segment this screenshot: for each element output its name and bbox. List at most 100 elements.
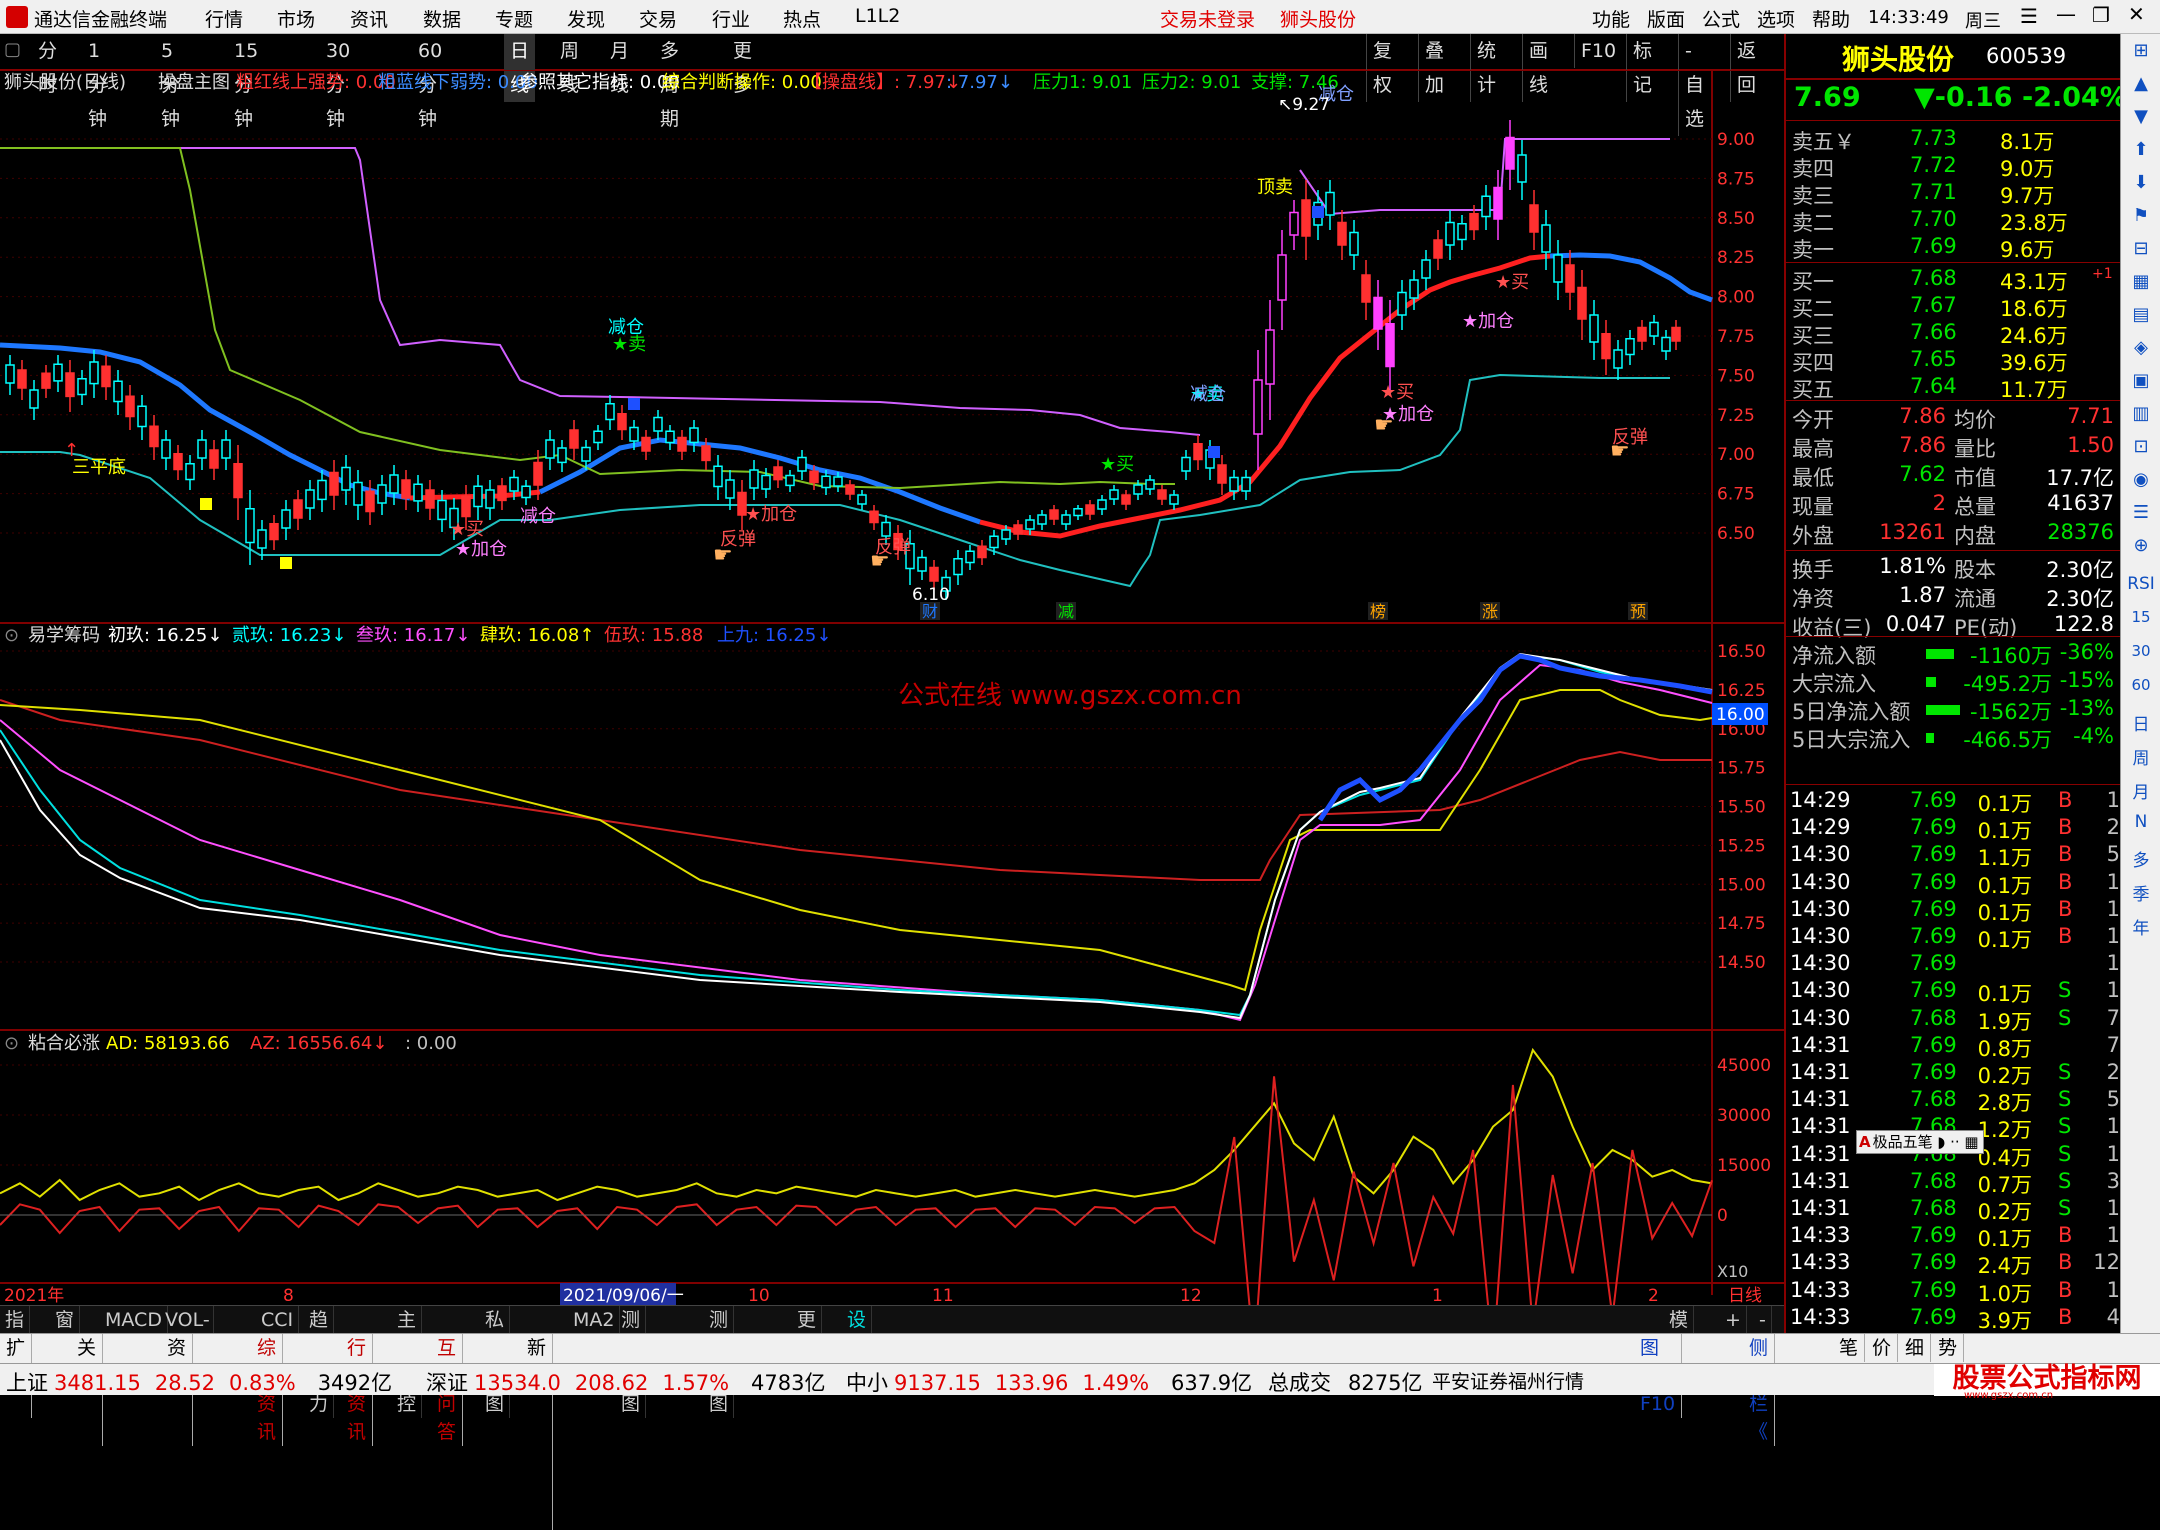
side-tool-icon[interactable]: ⊡ xyxy=(2129,436,2153,460)
side-panel-tab[interactable]: 细 xyxy=(1899,1334,1932,1362)
menu-8[interactable]: 热点 xyxy=(783,5,821,32)
tick-price: 7.69 xyxy=(1910,788,1957,812)
template-button[interactable]: - xyxy=(1754,1306,1772,1334)
minimize-icon[interactable]: — xyxy=(2056,2,2076,26)
candle-body xyxy=(605,403,615,421)
right-menu-1[interactable]: 版面 xyxy=(1647,5,1685,32)
candle-body xyxy=(149,425,159,448)
tick-list[interactable]: 14:29 7.69 0.1万 B 1 14:29 7.69 0.1万 B 2 14:30 7.69 1… xyxy=(1786,754,2122,1364)
ime-toolbar[interactable]: A 极品五笔 ◗ ·· ▦ xyxy=(1856,1130,1984,1154)
side-tool-icon[interactable]: ▤ xyxy=(2129,304,2153,328)
index-quote[interactable]: 中小 9137.15 133.96 1.49% 637.9亿 xyxy=(846,1367,1252,1397)
side-panel-tab[interactable]: 价 xyxy=(1866,1334,1899,1362)
ask-row[interactable]: 卖四 7.72 9.0万 xyxy=(1786,153,2122,181)
right-menu-3[interactable]: 选项 xyxy=(1757,5,1795,32)
ask-volume: 9.6万 xyxy=(2000,238,2055,262)
side-tool-icon[interactable]: ⬇ xyxy=(2129,172,2153,196)
ask-label: 卖五￥ xyxy=(1792,130,1855,154)
right-menu-0[interactable]: 功能 xyxy=(1592,5,1630,32)
side-tool-icon[interactable]: ⊕ xyxy=(2129,535,2153,559)
stat-value-2: 41637 xyxy=(2047,491,2114,515)
flow-bar xyxy=(1926,677,1936,687)
side-tool-icon[interactable]: ⊞ xyxy=(2129,40,2153,64)
side-period-button[interactable]: 15 xyxy=(2123,608,2159,626)
index-quote[interactable]: 深证 13534.0 208.62 1.57% 4783亿 xyxy=(426,1367,826,1397)
right-menu-2[interactable]: 公式 xyxy=(1702,5,1740,32)
indicator-tab[interactable]: MA2 xyxy=(568,1306,621,1334)
side-tool-icon[interactable]: ☰ xyxy=(2129,502,2153,526)
collapse-icon[interactable]: ▢ xyxy=(4,39,21,60)
tool-button-4[interactable]: F10 xyxy=(1574,34,1622,68)
menu-3[interactable]: 数据 xyxy=(423,5,461,32)
side-period-button[interactable]: N xyxy=(2123,812,2159,832)
event-mark[interactable]: 榜 xyxy=(1370,602,1386,621)
side-period-button[interactable]: 周 xyxy=(2123,744,2159,769)
index-quote[interactable]: 上证 3481.15 28.52 0.83% 3492亿 xyxy=(6,1367,392,1397)
chart-svg[interactable]: 9.00 8.75 8.50 8.25 8.00 7.75 7.50 7.25 7.00 6.75… xyxy=(0,70,1784,1310)
hand-pointer-icon: ☛ xyxy=(1610,439,1630,464)
close-icon[interactable]: ✕ xyxy=(2128,2,2145,26)
watermark-text: 公式在线 www.gszx.com.cn xyxy=(898,681,1242,711)
side-tool-icon[interactable]: ⬆ xyxy=(2129,139,2153,163)
indicator-tab[interactable]: MACD xyxy=(100,1306,168,1334)
menu-2[interactable]: 资讯 xyxy=(350,5,388,32)
event-mark[interactable]: 财 xyxy=(922,602,938,621)
tick-volume: 1.1万 xyxy=(1977,846,2032,871)
candle-body xyxy=(257,529,267,549)
login-status[interactable]: 交易未登录 xyxy=(1160,5,1255,32)
tick-side: B xyxy=(2058,1304,2073,1329)
bid-row[interactable]: 买一 7.68 43.1万 +1 xyxy=(1786,266,2122,294)
event-mark[interactable]: 预 xyxy=(1630,602,1646,621)
indicator-tab[interactable]: CCI xyxy=(256,1306,300,1334)
side-tool-icon[interactable]: ▼ xyxy=(2129,106,2153,130)
side-period-button[interactable]: 60 xyxy=(2123,676,2159,694)
menu-icon[interactable]: ☰ xyxy=(2020,4,2038,28)
ask-row[interactable]: 卖二 7.70 23.8万 xyxy=(1786,207,2122,235)
side-period-button[interactable]: 年 xyxy=(2123,914,2159,939)
quote-pct: -2.04% xyxy=(2022,82,2127,113)
side-tool-icon[interactable]: ⊟ xyxy=(2129,238,2153,262)
event-mark[interactable]: 减 xyxy=(1058,602,1074,621)
menu-6[interactable]: 交易 xyxy=(639,5,677,32)
side-panel-tab[interactable]: 势 xyxy=(1932,1334,1965,1362)
side-tool-icon[interactable]: ◈ xyxy=(2129,337,2153,361)
bid-row[interactable]: 买三 7.66 24.6万 xyxy=(1786,320,2122,348)
kline-chart-area[interactable]: 9.00 8.75 8.50 8.25 8.00 7.75 7.50 7.25 7.00 6.75… xyxy=(0,70,1784,1310)
p2-collapse-icon[interactable]: ⊙ xyxy=(4,625,19,646)
menu-0[interactable]: 行情 xyxy=(205,5,243,32)
side-period-button[interactable]: 日 xyxy=(2123,710,2159,735)
side-period-button[interactable]: 月 xyxy=(2123,778,2159,803)
bid-row[interactable]: 买四 7.65 39.6万 xyxy=(1786,347,2122,375)
ask-row[interactable]: 卖五￥ 7.73 8.1万 xyxy=(1786,126,2122,154)
template-button[interactable]: + xyxy=(1720,1306,1747,1334)
event-mark[interactable]: 涨 xyxy=(1482,602,1498,621)
bid-row[interactable]: 买二 7.67 18.6万 xyxy=(1786,293,2122,321)
time-axis-label: 10 xyxy=(748,1286,770,1306)
menu-5[interactable]: 发现 xyxy=(567,5,605,32)
restore-icon[interactable]: ❐ xyxy=(2092,3,2110,27)
right-menu-4[interactable]: 帮助 xyxy=(1812,5,1850,32)
ask-row[interactable]: 卖一 7.69 9.6万 xyxy=(1786,234,2122,262)
menu-4[interactable]: 专题 xyxy=(495,5,533,32)
chart-annotation: ★加仓 xyxy=(455,539,507,560)
side-period-button[interactable]: 30 xyxy=(2123,642,2159,660)
side-period-button[interactable]: 多 xyxy=(2123,846,2159,871)
time-axis-label: 2021年 xyxy=(4,1286,64,1306)
side-tool-icon[interactable]: ▥ xyxy=(2129,403,2153,427)
side-period-button[interactable]: 季 xyxy=(2123,880,2159,905)
time-axis-label: 12 xyxy=(1180,1286,1202,1306)
side-tool-icon[interactable]: ⚑ xyxy=(2129,205,2153,229)
side-tool-icon[interactable]: ◉ xyxy=(2129,469,2153,493)
side-tool-icon[interactable]: ▲ xyxy=(2129,73,2153,97)
candle-body xyxy=(485,489,495,509)
p3-collapse-icon[interactable]: ⊙ xyxy=(4,1033,19,1054)
side-tool-icon[interactable]: ▣ xyxy=(2129,370,2153,394)
side-panel-tab[interactable]: 笔 xyxy=(1833,1334,1866,1362)
stat-label: 今开 xyxy=(1792,408,1834,432)
menu-7[interactable]: 行业 xyxy=(712,5,750,32)
side-period-button[interactable]: RSI xyxy=(2123,574,2159,594)
side-tool-icon[interactable]: ▦ xyxy=(2129,271,2153,295)
ask-row[interactable]: 卖三 7.71 9.7万 xyxy=(1786,180,2122,208)
menu-1[interactable]: 市场 xyxy=(277,5,315,32)
menu-9[interactable]: L1L2 xyxy=(855,5,900,27)
